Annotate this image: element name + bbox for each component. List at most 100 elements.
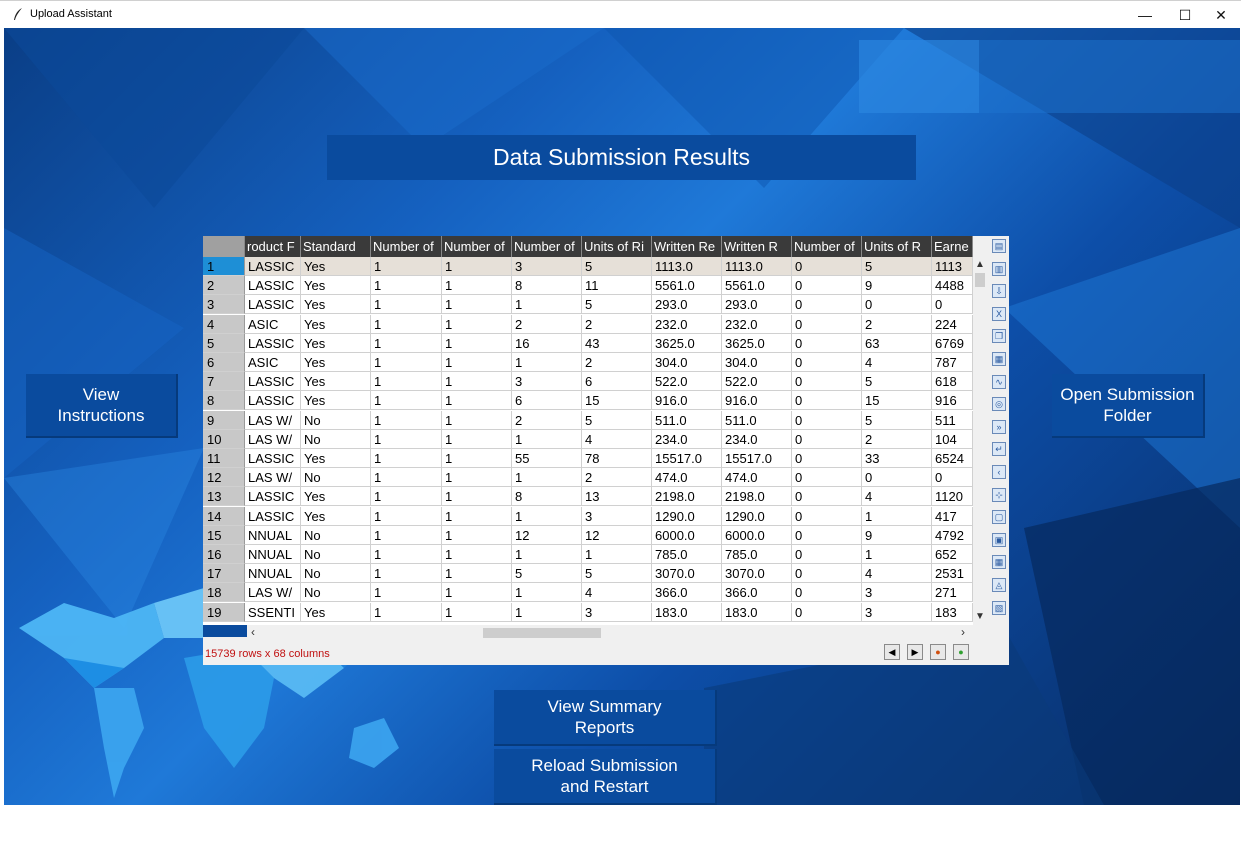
table-cell[interactable]: 3070.0 (652, 564, 722, 584)
table-cell[interactable]: Yes (301, 449, 371, 468)
table-cell[interactable]: 6 (582, 372, 652, 392)
table-cell[interactable]: 2 (512, 314, 582, 334)
table-cell[interactable]: 0 (792, 410, 862, 430)
table-cell[interactable]: 6524 (932, 449, 973, 468)
table-cell[interactable]: 1 (512, 545, 582, 564)
row-number[interactable]: 15 (203, 525, 245, 545)
table-cell[interactable]: 5 (862, 410, 932, 430)
table-cell[interactable]: 6000.0 (652, 525, 722, 545)
table-cell[interactable]: 1 (512, 506, 582, 526)
table-cell[interactable]: 0 (792, 295, 862, 315)
row-number[interactable]: 17 (203, 564, 245, 584)
table-cell[interactable]: 3 (582, 602, 652, 622)
table-cell[interactable]: 104 (932, 429, 973, 449)
table-row[interactable]: 15 NNUAL No 1 1 12 12 6000.0 6000.0 0 9 4792 (203, 525, 973, 545)
scroll-left-icon[interactable]: ‹ (251, 625, 255, 639)
zoom-in-icon[interactable]: ● (953, 644, 969, 660)
close-button[interactable]: ✕ (1201, 1, 1241, 29)
table-cell[interactable]: Yes (301, 506, 371, 526)
table-cell[interactable]: 15 (862, 391, 932, 411)
table-row[interactable]: 4 ASIC Yes 1 1 2 2 232.0 232.0 0 2 224 (203, 314, 973, 334)
table-cell[interactable]: 1 (371, 564, 442, 584)
zoom-out-icon[interactable]: ● (930, 644, 946, 660)
settings-icon[interactable]: ▧ (992, 600, 1006, 615)
row-number[interactable]: 18 (203, 583, 245, 603)
table-cell[interactable]: 0 (792, 545, 862, 564)
table-cell[interactable]: 1 (862, 545, 932, 564)
table-cell[interactable]: 271 (932, 583, 973, 603)
next-page-icon[interactable]: ▶ (907, 644, 923, 660)
table-cell[interactable]: No (301, 564, 371, 584)
table-cell[interactable]: NNUAL (245, 525, 301, 545)
table-row[interactable]: 2 LASSIC Yes 1 1 8 11 5561.0 5561.0 0 9 4488 (203, 276, 973, 296)
table-cell[interactable]: 5 (862, 257, 932, 276)
table-cell[interactable]: 1 (371, 257, 442, 276)
table-row[interactable]: 1 LASSIC Yes 1 1 3 5 1113.0 1113.0 0 5 1113 (203, 257, 973, 276)
table-cell[interactable]: 1 (582, 545, 652, 564)
row-number[interactable]: 16 (203, 545, 245, 564)
column-header[interactable]: Units of R (862, 236, 932, 257)
row-number[interactable]: 14 (203, 506, 245, 526)
table-cell[interactable]: No (301, 583, 371, 603)
table-cell[interactable]: 0 (792, 564, 862, 584)
column-header[interactable]: Number of (512, 236, 582, 257)
table-cell[interactable]: 1 (512, 583, 582, 603)
table-cell[interactable]: 1 (442, 545, 512, 564)
table-cell[interactable]: 0 (792, 372, 862, 392)
vertical-scrollbar[interactable]: ▲ ▼ (973, 257, 987, 625)
table-cell[interactable]: 1 (442, 276, 512, 296)
minimize-button[interactable]: — (1125, 1, 1165, 29)
table-cell[interactable]: 4488 (932, 276, 973, 296)
table-cell[interactable]: 1 (442, 391, 512, 411)
view-instructions-button[interactable]: View Instructions (26, 374, 178, 438)
table-cell[interactable]: 6000.0 (722, 525, 792, 545)
table-cell[interactable]: LASSIC (245, 257, 301, 276)
reload-submission-button[interactable]: Reload Submission and Restart (494, 749, 717, 805)
table-cell[interactable]: 4 (862, 487, 932, 507)
paste-icon[interactable]: ▦ (992, 352, 1006, 366)
table-cell[interactable]: 9 (862, 525, 932, 545)
row-number[interactable]: 10 (203, 429, 245, 449)
table-cell[interactable]: 0 (792, 506, 862, 526)
table-row[interactable]: 7 LASSIC Yes 1 1 3 6 522.0 522.0 0 5 618 (203, 372, 973, 392)
table-cell[interactable]: 234.0 (652, 429, 722, 449)
scroll-right-icon[interactable]: › (961, 625, 965, 639)
column-header[interactable]: Written Re (652, 236, 722, 257)
table-cell[interactable]: 916.0 (652, 391, 722, 411)
table-cell[interactable]: 474.0 (722, 468, 792, 488)
table-cell[interactable]: Yes (301, 602, 371, 622)
table-cell[interactable]: 224 (932, 314, 973, 334)
table-cell[interactable]: NNUAL (245, 564, 301, 584)
table-cell[interactable]: 9 (862, 276, 932, 296)
table-cell[interactable]: LASSIC (245, 276, 301, 296)
table-cell[interactable]: 5 (582, 564, 652, 584)
row-number[interactable]: 9 (203, 410, 245, 430)
table-cell[interactable]: 0 (792, 468, 862, 488)
table-cell[interactable]: 1113.0 (652, 257, 722, 276)
table-cell[interactable]: 3 (862, 583, 932, 603)
scroll-thumb[interactable] (975, 273, 985, 287)
table-cell[interactable]: 417 (932, 506, 973, 526)
row-number[interactable]: 8 (203, 391, 245, 411)
table-cell[interactable]: 1 (442, 468, 512, 488)
table-cell[interactable]: 15517.0 (652, 449, 722, 468)
table-cell[interactable]: 13 (582, 487, 652, 507)
row-number[interactable]: 11 (203, 449, 245, 468)
table-cell[interactable]: 0 (792, 333, 862, 353)
table-row[interactable]: 11 LASSIC Yes 1 1 55 78 15517.0 15517.0 0 33 6524 (203, 449, 973, 468)
table-cell[interactable]: 1 (512, 602, 582, 622)
table-cell[interactable]: 1113 (932, 257, 973, 276)
page-icon[interactable]: ▢ (992, 510, 1006, 525)
table-cell[interactable]: Yes (301, 353, 371, 372)
table-cell[interactable]: 1120 (932, 487, 973, 507)
table-cell[interactable]: LAS W/ (245, 429, 301, 449)
open-submission-folder-button[interactable]: Open Submission Folder (1052, 374, 1205, 438)
copy-icon[interactable]: ❐ (992, 329, 1006, 344)
table-cell[interactable]: 2198.0 (722, 487, 792, 507)
table-cell[interactable]: 16 (512, 333, 582, 353)
table-cell[interactable]: 1 (371, 525, 442, 545)
table-row[interactable]: 8 LASSIC Yes 1 1 6 15 916.0 916.0 0 15 916 (203, 391, 973, 411)
table-cell[interactable]: 3 (512, 372, 582, 392)
table-cell[interactable]: 304.0 (652, 353, 722, 372)
table-cell[interactable]: 1 (371, 487, 442, 507)
